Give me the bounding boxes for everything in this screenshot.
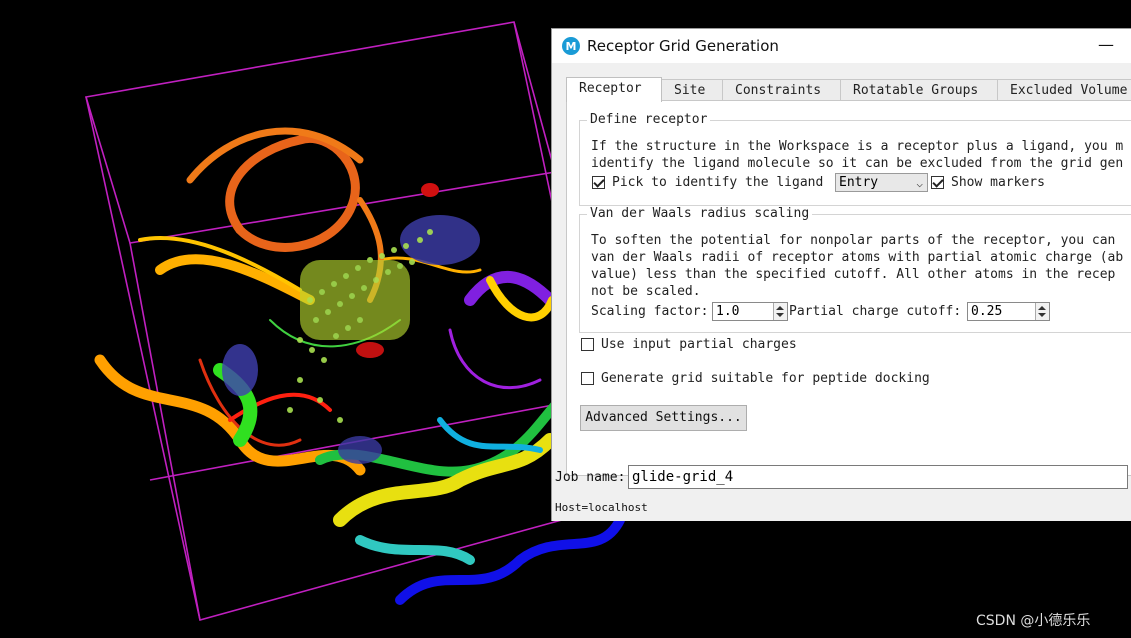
receptor-tab-panel: Define receptor If the structure in the … — [566, 100, 1131, 476]
pick-mode-select[interactable]: Entry ⌵ — [835, 173, 928, 192]
vdw-text-4: not be scaled. — [591, 284, 701, 299]
receptor-grid-dialog: M Receptor Grid Generation — Receptor Si… — [551, 28, 1131, 521]
partial-charge-cutoff-spinbox[interactable]: 0.25 — [967, 302, 1050, 321]
use-partial-charges-label: Use input partial charges — [601, 337, 797, 352]
vdw-scaling-title: Van der Waals radius scaling — [587, 206, 813, 221]
define-receptor-text-2: identify the ligand molecule so it can b… — [591, 156, 1124, 171]
title-bar[interactable]: M Receptor Grid Generation — — [552, 29, 1131, 63]
vdw-text-3: value) less than the specified cutoff. A… — [591, 267, 1116, 282]
peptide-docking-checkbox[interactable] — [581, 372, 594, 385]
job-name-input[interactable]: glide-grid_4 — [628, 465, 1128, 489]
scaling-factor-value: 1.0 — [716, 304, 740, 319]
advanced-settings-button[interactable]: Advanced Settings... — [580, 405, 747, 431]
host-label: Host=localhost — [555, 501, 648, 514]
scaling-factor-label: Scaling factor: — [591, 304, 709, 319]
vdw-text-1: To soften the potential for nonpolar par… — [591, 233, 1116, 248]
show-markers-label: Show markers — [951, 175, 1045, 190]
partial-charge-cutoff-label: Partial charge cutoff: — [789, 304, 962, 319]
use-partial-charges-checkbox[interactable] — [581, 338, 594, 351]
dialog-title: Receptor Grid Generation — [587, 37, 779, 55]
define-receptor-title: Define receptor — [587, 112, 711, 127]
watermark: CSDN @小德乐乐 — [976, 613, 1091, 629]
scaling-factor-stepper[interactable] — [773, 303, 787, 320]
tab-excluded-volumes[interactable]: Excluded Volume — [997, 79, 1131, 100]
vdw-text-2: van der Waals radii of receptor atoms wi… — [591, 250, 1124, 265]
partial-charge-cutoff-stepper[interactable] — [1035, 303, 1049, 320]
partial-charge-cutoff-value: 0.25 — [971, 304, 1003, 319]
maestro-logo-icon: M — [562, 37, 580, 55]
tab-site[interactable]: Site — [661, 79, 723, 100]
define-receptor-text-1: If the structure in the Workspace is a r… — [591, 139, 1124, 154]
pick-mode-value: Entry — [839, 175, 879, 190]
tab-constraints[interactable]: Constraints — [722, 79, 841, 100]
tab-receptor[interactable]: Receptor — [566, 77, 662, 102]
chevron-down-icon: ⌵ — [916, 177, 923, 190]
pick-ligand-checkbox[interactable] — [592, 176, 605, 189]
job-name-label: Job name: — [555, 470, 626, 485]
tab-rotatable-groups[interactable]: Rotatable Groups — [840, 79, 998, 100]
pick-ligand-label: Pick to identify the ligand — [612, 175, 824, 190]
minimize-button[interactable]: — — [1092, 33, 1120, 57]
peptide-docking-label: Generate grid suitable for peptide docki… — [601, 371, 930, 386]
scaling-factor-spinbox[interactable]: 1.0 — [712, 302, 788, 321]
show-markers-checkbox[interactable] — [931, 176, 944, 189]
